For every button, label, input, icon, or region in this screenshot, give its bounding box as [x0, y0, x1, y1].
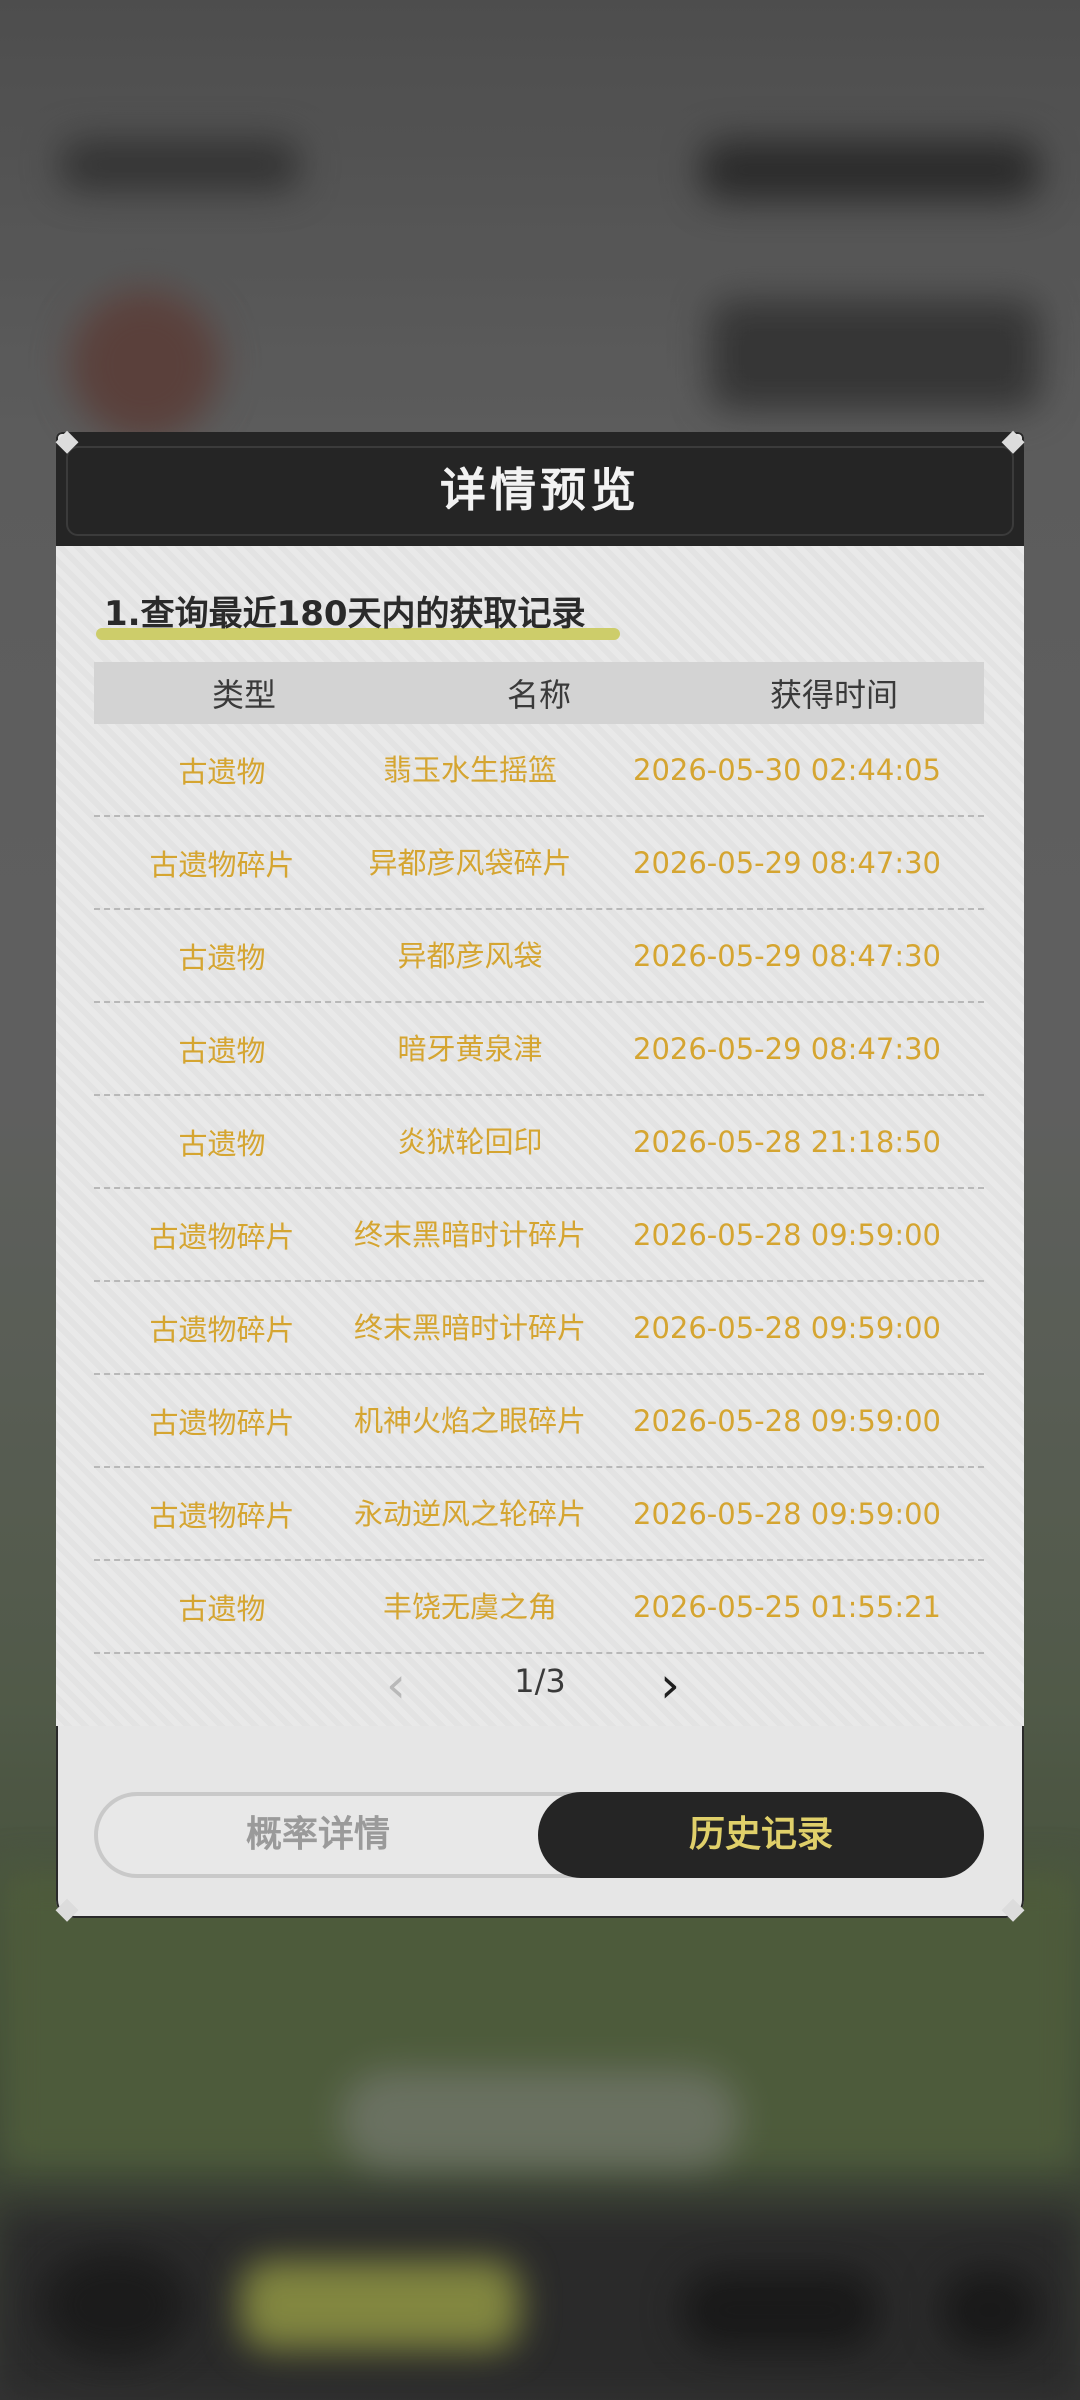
- table-header: 类型 名称 获得时间: [94, 662, 984, 724]
- history-content: 1.查询最近180天内的获取记录 类型 名称 获得时间 古遗物 翡玉水生摇篮 2…: [56, 546, 1024, 1726]
- table-row: 古遗物 暗牙黄泉津 2026-05-29 08:47:30: [94, 1003, 984, 1096]
- cell-name: 永动逆风之轮碎片: [353, 1496, 586, 1531]
- table-row: 古遗物碎片 终末黑暗时计碎片 2026-05-28 09:59:00: [94, 1282, 984, 1375]
- cell-name: 丰饶无虞之角: [382, 1589, 557, 1624]
- corner-ornament-icon: ◆: [55, 1891, 79, 1926]
- table-row: 古遗物 炎狱轮回印 2026-05-28 21:18:50: [94, 1096, 984, 1189]
- header-type: 类型: [211, 676, 276, 714]
- table-row: 古遗物碎片 永动逆风之轮碎片 2026-05-28 09:59:00: [94, 1468, 984, 1561]
- cell-type: 古遗物: [178, 1126, 266, 1161]
- table-row: 古遗物 异都彦风袋 2026-05-29 08:47:30: [94, 910, 984, 1003]
- cell-type: 古遗物: [178, 754, 266, 789]
- cell-time: 2026-05-29 08:47:30: [633, 938, 941, 973]
- cell-type: 古遗物: [178, 940, 266, 975]
- cell-name: 终末黑暗时计碎片: [353, 1217, 586, 1252]
- cell-name: 翡玉水生摇篮: [382, 752, 557, 787]
- corner-ornament-icon: ◆: [55, 423, 79, 458]
- corner-ornament-icon: ◆: [1001, 423, 1025, 458]
- cell-name: 异都彦风袋: [397, 938, 543, 973]
- cell-time: 2026-05-29 08:47:30: [633, 1031, 941, 1066]
- cell-time: 2026-05-30 02:44:05: [633, 752, 941, 787]
- corner-ornament-icon: ◆: [1001, 1891, 1025, 1926]
- section-title: 1.查询最近180天内的获取记录: [104, 594, 586, 634]
- page-indicator: 1/3: [514, 1662, 566, 1700]
- cell-time: 2026-05-29 08:47:30: [633, 845, 941, 880]
- cell-type: 古遗物碎片: [149, 1498, 295, 1533]
- cell-time: 2026-05-25 01:55:21: [633, 1589, 941, 1624]
- table-row: 古遗物碎片 机神火焰之眼碎片 2026-05-28 09:59:00: [94, 1375, 984, 1468]
- cell-time: 2026-05-28 09:59:00: [633, 1403, 941, 1438]
- table-row: 古遗物 翡玉水生摇篮 2026-05-30 02:44:05: [94, 724, 984, 817]
- table-row: 古遗物碎片 异都彦风袋碎片 2026-05-29 08:47:30: [94, 817, 984, 910]
- cell-type: 古遗物碎片: [149, 847, 295, 882]
- cell-type: 古遗物碎片: [149, 1405, 295, 1440]
- cell-name: 暗牙黄泉津: [397, 1031, 543, 1066]
- tab-probability-details[interactable]: 概率详情: [98, 1796, 538, 1874]
- cell-time: 2026-05-28 09:59:00: [633, 1496, 941, 1531]
- modal-title: 详情预览: [440, 463, 640, 517]
- cell-name: 终末黑暗时计碎片: [353, 1310, 586, 1345]
- cell-type: 古遗物碎片: [149, 1312, 295, 1347]
- modal-header: 详情预览: [56, 432, 1024, 546]
- header-time: 获得时间: [769, 676, 898, 714]
- cell-type: 古遗物: [178, 1591, 266, 1626]
- cell-type: 古遗物碎片: [149, 1219, 295, 1254]
- table-row: 古遗物 丰饶无虞之角 2026-05-25 01:55:21: [94, 1561, 984, 1654]
- cell-time: 2026-05-28 09:59:00: [633, 1310, 941, 1345]
- cell-name: 炎狱轮回印: [397, 1124, 543, 1159]
- history-table: 类型 名称 获得时间 古遗物 翡玉水生摇篮 2026-05-30 02:44:0…: [94, 662, 984, 1654]
- tab-history[interactable]: 历史记录: [538, 1792, 984, 1878]
- cell-name: 机神火焰之眼碎片: [353, 1403, 586, 1438]
- tab-switcher: 概率详情 历史记录: [94, 1792, 984, 1878]
- chevron-right-icon[interactable]: ›: [660, 1656, 680, 1714]
- chevron-left-icon[interactable]: ‹: [386, 1656, 406, 1714]
- cell-time: 2026-05-28 09:59:00: [633, 1217, 941, 1252]
- cell-type: 古遗物: [178, 1033, 266, 1068]
- cell-name: 异都彦风袋碎片: [368, 845, 572, 880]
- cell-time: 2026-05-28 21:18:50: [633, 1124, 941, 1159]
- header-name: 名称: [506, 676, 571, 714]
- table-row: 古遗物碎片 终末黑暗时计碎片 2026-05-28 09:59:00: [94, 1189, 984, 1282]
